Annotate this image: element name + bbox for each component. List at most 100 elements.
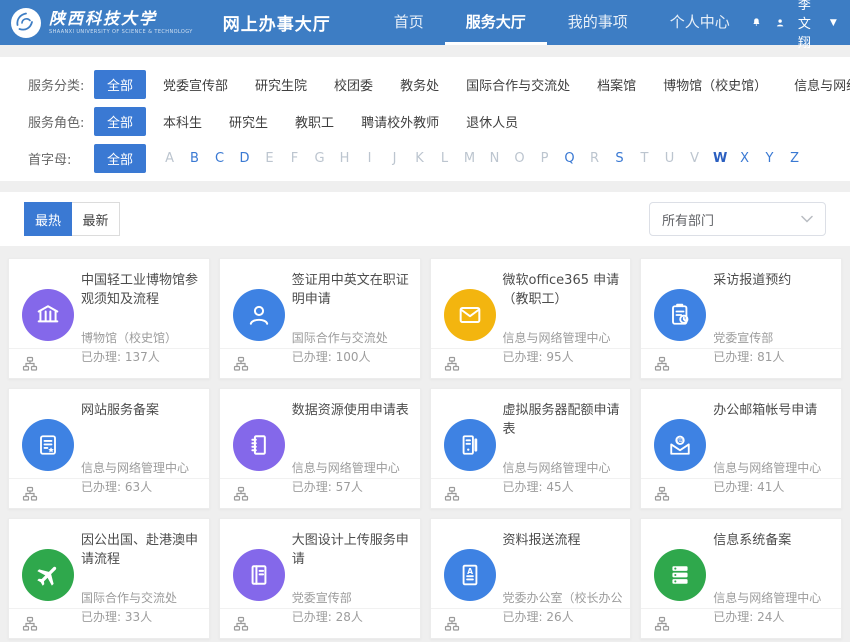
document-a-icon: A xyxy=(444,549,496,601)
flow-icon[interactable] xyxy=(233,356,249,372)
service-card[interactable]: 微软office365 申请（教职工） 信息与网络管理中心 已办理: 95人 xyxy=(430,258,632,379)
role-chip[interactable]: 本科生 xyxy=(163,112,202,131)
flow-icon[interactable] xyxy=(233,616,249,632)
letter-filter[interactable]: J xyxy=(388,151,401,166)
service-card[interactable]: 虚拟服务器配额申请表 信息与网络管理中心 已办理: 45人 xyxy=(430,388,632,509)
flow-icon[interactable] xyxy=(233,486,249,502)
letter-filter[interactable]: E xyxy=(263,151,276,166)
role-chip[interactable]: 退休人员 xyxy=(466,112,518,131)
username[interactable]: 李文翔 xyxy=(798,0,823,51)
letter-filter[interactable]: W xyxy=(713,151,726,166)
letter-filter[interactable]: U xyxy=(663,151,676,166)
flow-icon[interactable] xyxy=(654,616,670,632)
category-chip[interactable]: 研究生院 xyxy=(255,75,307,94)
notebook-icon xyxy=(233,419,285,471)
letter-filters: ABCDEFGHIJKLMNOPQRSTUVWXYZ xyxy=(163,151,813,166)
service-department: 党委宣传部 xyxy=(292,589,412,606)
department-select-value: 所有部门 xyxy=(662,210,714,229)
service-title: 大图设计上传服务申请 xyxy=(292,531,410,569)
flow-icon[interactable] xyxy=(444,356,460,372)
service-card[interactable]: 签证用中英文在职证明申请 国际合作与交流处 已办理: 100人 xyxy=(219,258,421,379)
service-card[interactable]: 因公出国、赴港澳申请流程 国际合作与交流处 已办理: 33人 xyxy=(8,518,210,639)
svg-text:A: A xyxy=(467,567,473,576)
flow-icon[interactable] xyxy=(22,616,38,632)
letter-filter[interactable]: K xyxy=(413,151,426,166)
service-title: 网站服务备案 xyxy=(81,401,199,420)
sort-tab[interactable]: 最热 xyxy=(24,202,72,236)
letter-filter[interactable]: I xyxy=(363,151,376,166)
category-chip[interactable]: 档案馆 xyxy=(597,75,636,94)
category-chip[interactable]: 信息与网络管理中心 xyxy=(794,75,850,94)
category-chip[interactable]: 校团委 xyxy=(334,75,373,94)
service-department: 信息与网络管理中心 xyxy=(503,329,623,346)
department-select[interactable]: 所有部门 xyxy=(649,202,826,236)
flow-icon[interactable] xyxy=(444,616,460,632)
sort-tab[interactable]: 最新 xyxy=(72,202,120,236)
service-title: 签证用中英文在职证明申请 xyxy=(292,271,410,309)
service-handled-count: 已办理: 63人 xyxy=(81,478,152,495)
service-card[interactable]: 中国轻工业博物馆参观须知及流程 博物馆（校史馆） 已办理: 137人 xyxy=(8,258,210,379)
letter-filter[interactable]: M xyxy=(463,151,476,166)
divider xyxy=(641,608,841,609)
divider xyxy=(9,348,209,349)
service-department: 国际合作与交流处 xyxy=(81,589,201,606)
divider xyxy=(220,348,420,349)
role-chip[interactable]: 研究生 xyxy=(229,112,268,131)
service-card[interactable]: 信息系统备案 信息与网络管理中心 已办理: 24人 xyxy=(640,518,842,639)
letter-filter[interactable]: C xyxy=(213,151,226,166)
bell-icon[interactable] xyxy=(751,14,762,31)
role-chip[interactable]: 聘请校外教师 xyxy=(361,112,439,131)
letter-filter[interactable]: S xyxy=(613,151,626,166)
category-chip[interactable]: 全部 xyxy=(94,70,146,99)
chevron-down-icon[interactable]: ▼ xyxy=(830,18,837,28)
category-chip[interactable]: 国际合作与交流处 xyxy=(466,75,570,94)
university-name-zh: 陕西科技大学 xyxy=(49,11,193,27)
letter-filter[interactable]: P xyxy=(538,151,551,166)
category-chip[interactable]: 党委宣传部 xyxy=(163,75,228,94)
nav-item[interactable]: 个人中心 xyxy=(649,0,751,45)
servers-icon xyxy=(654,549,706,601)
flow-icon[interactable] xyxy=(654,356,670,372)
letter-filter[interactable]: A xyxy=(163,151,176,166)
letter-filter[interactable]: R xyxy=(588,151,601,166)
initial-all-chip[interactable]: 全部 xyxy=(94,144,146,173)
letter-filter[interactable]: Q xyxy=(563,151,576,166)
service-title: 办公邮箱帐号申请 xyxy=(713,401,831,420)
letter-filter[interactable]: V xyxy=(688,151,701,166)
service-card[interactable]: 采访报道预约 党委宣传部 已办理: 81人 xyxy=(640,258,842,379)
letter-filter[interactable]: L xyxy=(438,151,451,166)
letter-filter[interactable]: N xyxy=(488,151,501,166)
role-chip[interactable]: 全部 xyxy=(94,107,146,136)
service-department: 信息与网络管理中心 xyxy=(713,589,833,606)
service-card[interactable]: 数据资源使用申请表 信息与网络管理中心 已办理: 57人 xyxy=(219,388,421,509)
role-chip[interactable]: 教职工 xyxy=(295,112,334,131)
user-avatar-icon[interactable] xyxy=(775,15,785,31)
service-card[interactable]: A 资料报送流程 党委办公室（校长办公室） 已办理: 26人 xyxy=(430,518,632,639)
top-header: 陕西科技大学 SHAANXI UNIVERSITY OF SCIENCE & T… xyxy=(0,0,850,45)
service-card[interactable]: @ 办公邮箱帐号申请 信息与网络管理中心 已办理: 41人 xyxy=(640,388,842,509)
flow-icon[interactable] xyxy=(22,486,38,502)
server-icon xyxy=(444,419,496,471)
divider xyxy=(431,478,631,479)
nav-item[interactable]: 首页 xyxy=(373,0,445,45)
service-card[interactable]: 网站服务备案 信息与网络管理中心 已办理: 63人 xyxy=(8,388,210,509)
category-chip[interactable]: 教务处 xyxy=(400,75,439,94)
flow-icon[interactable] xyxy=(22,356,38,372)
letter-filter[interactable]: D xyxy=(238,151,251,166)
letter-filter[interactable]: Z xyxy=(788,151,801,166)
letter-filter[interactable]: T xyxy=(638,151,651,166)
category-chip[interactable]: 博物馆（校史馆） xyxy=(663,75,767,94)
letter-filter[interactable]: H xyxy=(338,151,351,166)
letter-filter[interactable]: F xyxy=(288,151,301,166)
nav-item[interactable]: 服务大厅 xyxy=(445,0,547,45)
service-card[interactable]: 大图设计上传服务申请 党委宣传部 已办理: 28人 xyxy=(219,518,421,639)
letter-filter[interactable]: Y xyxy=(763,151,776,166)
flow-icon[interactable] xyxy=(444,486,460,502)
nav-item[interactable]: 我的事项 xyxy=(547,0,649,45)
flow-icon[interactable] xyxy=(654,486,670,502)
letter-filter[interactable]: B xyxy=(188,151,201,166)
letter-filter[interactable]: G xyxy=(313,151,326,166)
letter-filter[interactable]: X xyxy=(738,151,751,166)
service-title: 数据资源使用申请表 xyxy=(292,401,410,420)
letter-filter[interactable]: O xyxy=(513,151,526,166)
